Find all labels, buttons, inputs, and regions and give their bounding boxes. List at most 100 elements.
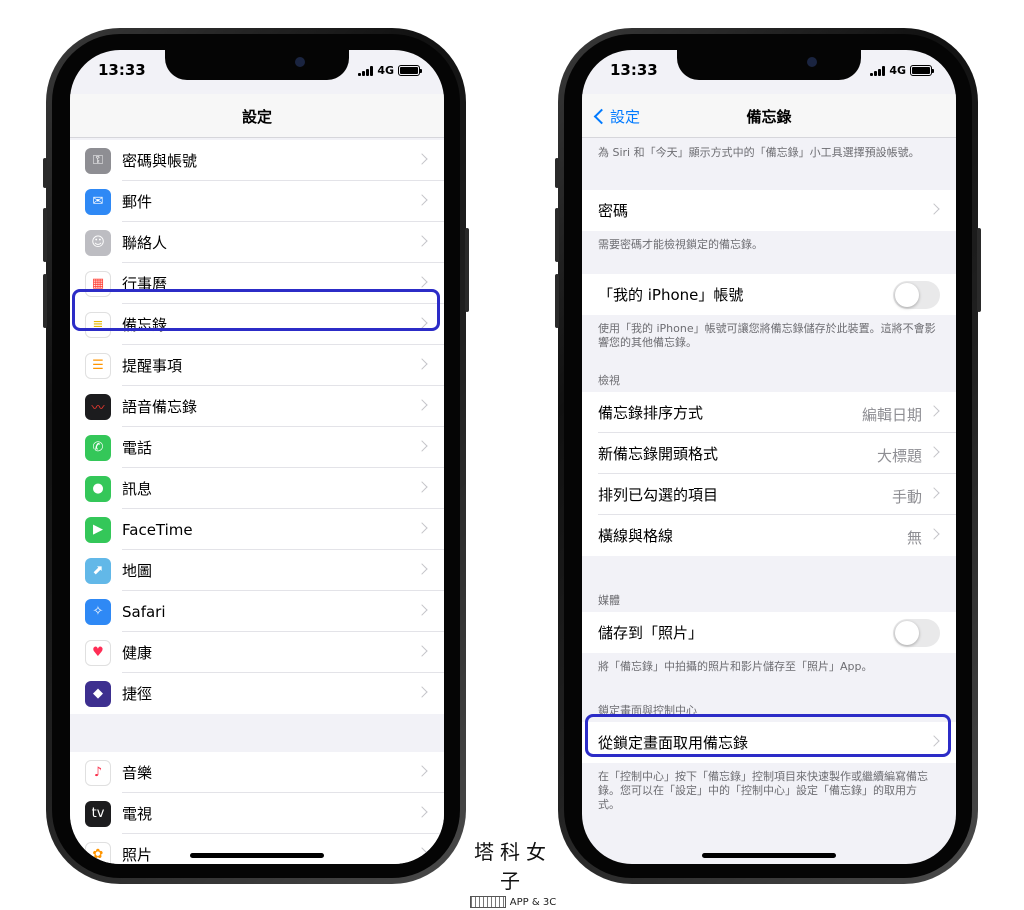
page-title: 設定 (241, 108, 272, 126)
view-section-header: 檢視 (598, 374, 620, 387)
view-option-row[interactable]: 新備忘錄開頭格式 大標題 (582, 433, 956, 474)
settings-row-voice-memo[interactable]: 〰語音備忘錄 (70, 386, 444, 427)
access-from-lock-screen-label: 從鎖定畫面取用備忘錄 (598, 734, 749, 752)
chevron-right-icon (416, 153, 428, 165)
chevron-right-icon (416, 563, 428, 575)
settings-list-media: ♪ 音樂 tv 電視 ✿ 照片 (70, 752, 444, 864)
settings-row-calendar[interactable]: ▦ 行事曆 (70, 263, 444, 304)
safari-icon: ✧ (85, 598, 111, 625)
left-screen: 13:33 4G 設定 ⚿ 密碼與帳號 ✉ 郵件 ☺ 聯絡人 ▦ 行事曆 ≡ 備忘錄 ☰ 提醒事項〰語… (70, 50, 444, 864)
view-option-row[interactable]: 備忘錄排序方式 編輯日期 (582, 392, 956, 433)
network-type: 4G (377, 64, 394, 77)
settings-row-reminders[interactable]: ☰ 提醒事項 (70, 345, 444, 386)
chevron-right-icon (928, 203, 940, 215)
maps-icon: ⬈ (85, 557, 111, 584)
save-to-photos-toggle[interactable] (893, 619, 940, 647)
settings-row-shortcuts[interactable]: ◆ 捷徑 (70, 673, 444, 714)
battery-icon (910, 65, 934, 76)
watermark-title: 塔科女子 (474, 840, 552, 893)
my-iphone-group: 「我的 iPhone」帳號 (582, 274, 956, 315)
settings-row-messages[interactable]: ● 訊息 (70, 468, 444, 509)
power-button (977, 228, 981, 312)
home-indicator[interactable] (702, 853, 836, 858)
settings-row-mail[interactable]: ✉ 郵件 (70, 181, 444, 222)
settings-row-contacts[interactable]: ☺ 聯絡人 (70, 222, 444, 263)
messages-icon: ● (85, 475, 111, 502)
chevron-right-icon (416, 399, 428, 411)
chevron-right-icon (928, 735, 940, 747)
watermark-subtitle: APP & 3C (509, 896, 557, 908)
lock-screen-group: 從鎖定畫面取用備忘錄 (582, 722, 956, 763)
settings-row-phone[interactable]: ✆ 電話 (70, 427, 444, 468)
my-iphone-note: 使用「我的 iPhone」帳號可讓您將備忘錄儲存於此裝置。這將不會影響您的其他備… (598, 322, 936, 349)
left-phone-frame: 13:33 4G 設定 ⚿ 密碼與帳號 ✉ 郵件 ☺ 聯絡人 ▦ 行事曆 ≡ 備忘錄 ☰ 提醒事項〰語… (43, 28, 469, 884)
lock-screen-note: 在「控制中心」按下「備忘錄」控制項目來快速製作或繼續編寫備忘錄。您可以在「設定」… (598, 770, 928, 811)
chevron-right-icon (416, 481, 428, 493)
home-indicator[interactable] (190, 853, 324, 858)
power-button (465, 228, 469, 312)
settings-row-label: Safari (122, 602, 166, 621)
my-iphone-toggle[interactable] (893, 281, 940, 309)
chevron-right-icon (416, 235, 428, 247)
mute-switch (43, 158, 47, 188)
siri-widget-note: 為 Siri 和「今天」顯示方式中的「備忘錄」小工具選擇預設帳號。 (598, 146, 920, 159)
media-group: 儲存到「照片」 (582, 612, 956, 653)
chevron-right-icon (416, 358, 428, 370)
settings-row-label: 電話 (122, 439, 153, 457)
settings-row-label: 音樂 (122, 764, 153, 782)
calendar-icon: ▦ (85, 270, 111, 297)
settings-row-label: 地圖 (122, 562, 153, 580)
settings-list-apps: ⚿ 密碼與帳號 ✉ 郵件 ☺ 聯絡人 ▦ 行事曆 ≡ 備忘錄 ☰ 提醒事項〰語音備忘錄 ✆ 電話 ● 訊息 ▶ F… (70, 140, 444, 714)
chevron-right-icon (416, 604, 428, 616)
status-time: 13:33 (98, 61, 146, 79)
save-to-photos-row: 儲存到「照片」 (582, 612, 956, 653)
settings-row-facetime[interactable]: ▶ FaceTime (70, 509, 444, 550)
settings-row-label: 密碼與帳號 (122, 152, 198, 170)
settings-row-notes[interactable]: ≡ 備忘錄 (70, 304, 444, 345)
page-title: 備忘錄 (746, 108, 792, 126)
view-option-label: 備忘錄排序方式 (598, 404, 704, 422)
lock-screen-section-header: 鎖定畫面與控制中心 (598, 704, 697, 717)
settings-row-label: 聯絡人 (122, 234, 168, 252)
shortcuts-icon: ◆ (85, 680, 111, 707)
chevron-right-icon (416, 806, 428, 818)
network-type: 4G (889, 64, 906, 77)
password-label: 密碼 (598, 202, 629, 220)
status-time: 13:33 (610, 61, 658, 79)
settings-row-tv[interactable]: tv 電視 (70, 793, 444, 834)
status-indicators: 4G (358, 64, 422, 77)
key-icon: ⚿ (85, 147, 111, 174)
settings-row-photos[interactable]: ✿ 照片 (70, 834, 444, 864)
view-options-list: 備忘錄排序方式 編輯日期 新備忘錄開頭格式 大標題 排列已勾選的項目 手動橫線與格線 無 (582, 392, 956, 556)
settings-row-maps[interactable]: ⬈ 地圖 (70, 550, 444, 591)
settings-row-label: 捷徑 (122, 685, 153, 703)
front-camera (295, 57, 305, 67)
password-note: 需要密碼才能檢視鎖定的備忘錄。 (598, 238, 763, 251)
contacts-icon: ☺ (85, 229, 111, 256)
signal-icon (358, 65, 374, 76)
password-row[interactable]: 密碼 (582, 190, 956, 231)
chevron-right-icon (416, 317, 428, 329)
settings-row-label: FaceTime (122, 520, 193, 539)
photos-icon: ✿ (85, 841, 111, 864)
settings-row-music[interactable]: ♪ 音樂 (70, 752, 444, 793)
settings-row-key[interactable]: ⚿ 密碼與帳號 (70, 140, 444, 181)
view-option-row[interactable]: 排列已勾選的項目 手動 (582, 474, 956, 515)
settings-row-label: 照片 (122, 846, 153, 864)
view-option-row[interactable]: 橫線與格線 無 (582, 515, 956, 556)
settings-row-label: 行事曆 (122, 275, 168, 293)
save-to-photos-label: 儲存到「照片」 (598, 624, 704, 642)
view-option-value: 無 (906, 529, 922, 547)
battery-icon (398, 65, 422, 76)
health-icon: ♥ (85, 639, 111, 666)
settings-row-label: 健康 (122, 644, 153, 662)
view-option-label: 橫線與格線 (598, 527, 674, 545)
watermark-logo-icon (469, 896, 506, 908)
signal-icon (870, 65, 886, 76)
right-screen: 13:33 4G 設定 備忘錄 為 Siri 和「今天」顯示方式中的「備忘錄」小… (582, 50, 956, 864)
settings-row-health[interactable]: ♥ 健康 (70, 632, 444, 673)
my-iphone-label: 「我的 iPhone」帳號 (598, 286, 744, 304)
settings-row-label: 電視 (122, 805, 153, 823)
access-from-lock-screen-row[interactable]: 從鎖定畫面取用備忘錄 (582, 722, 956, 763)
settings-row-safari[interactable]: ✧ Safari (70, 591, 444, 632)
